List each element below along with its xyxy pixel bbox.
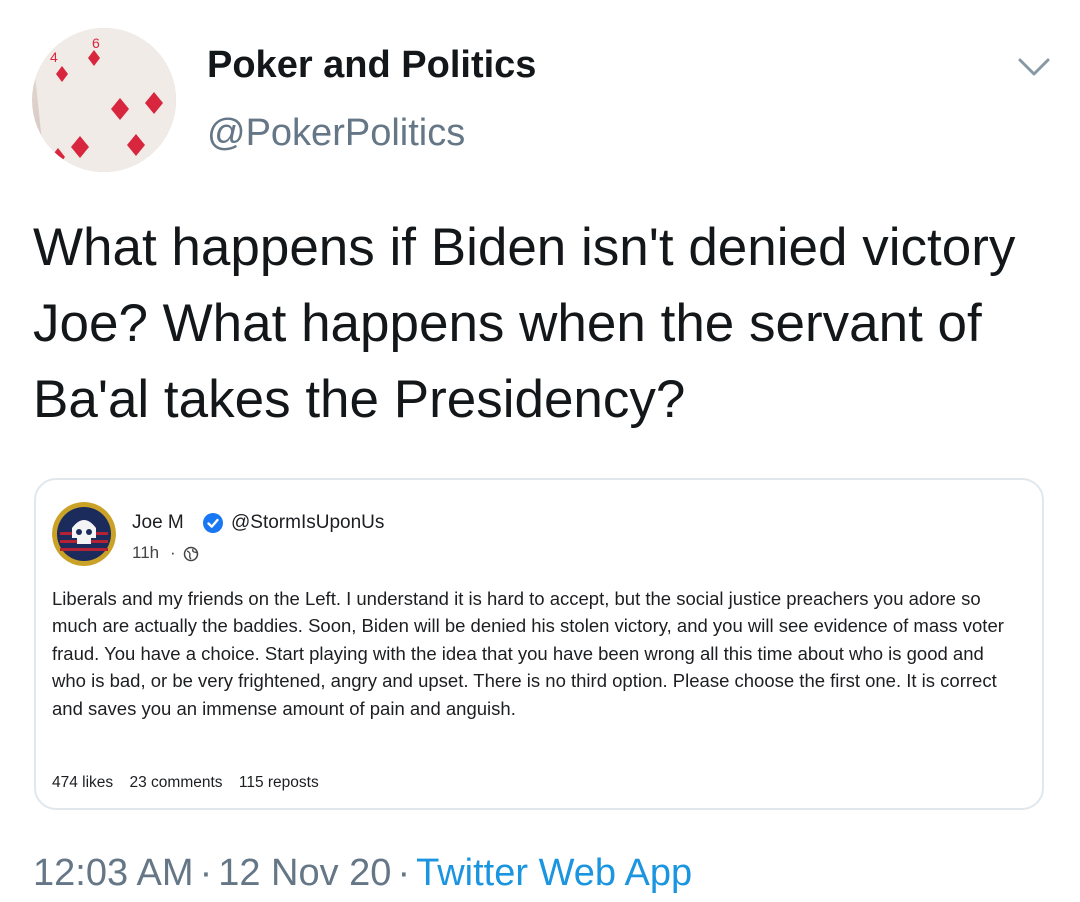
tweet-date[interactable]: 12 Nov 20 [218,852,391,894]
meta-separator: · [199,852,213,894]
likes-count[interactable]: 474 likes [52,774,113,791]
quoted-post-body: Liberals and my friends on the Left. I u… [52,588,1004,719]
skull-flag-avatar [52,502,116,566]
chevron-down-icon[interactable] [1016,52,1052,82]
quoted-post-time[interactable]: 11h [132,543,159,563]
tweet-source-link[interactable]: Twitter Web App [416,852,692,894]
author-avatar[interactable]: 4 6 [32,28,176,172]
quoted-post-card[interactable]: Joe M @StormIsUponUs 11h · Liberals and … [34,478,1044,810]
svg-text:4: 4 [50,49,58,65]
tweet-time[interactable]: 12:03 AM [33,852,194,894]
globe-icon [183,546,199,562]
quoted-post-stats: 474 likes 23 comments 115 reposts [52,774,331,792]
svg-text:6: 6 [92,35,100,51]
tweet-text: What happens if Biden isn't denied victo… [33,218,1016,429]
tweet-metadata: 12:03 AM · 12 Nov 20 · Twitter Web App [33,852,692,895]
meta-separator: · [397,852,411,894]
quoted-author-name[interactable]: Joe M [132,512,184,534]
author-handle[interactable]: @PokerPolitics [207,112,465,155]
quoted-author-avatar[interactable] [52,502,116,566]
verified-badge-icon [202,512,224,534]
quoted-post-time-separator: · [170,543,176,562]
author-display-name[interactable]: Poker and Politics [207,44,536,87]
comments-count[interactable]: 23 comments [130,774,223,791]
playing-card-avatar: 4 6 [32,28,176,172]
reposts-count[interactable]: 115 reposts [239,774,319,791]
tweet: 4 6 Poker and Politics @PokerPolitics Wh… [0,0,1080,902]
quoted-author-handle[interactable]: @StormIsUponUs [231,512,384,534]
